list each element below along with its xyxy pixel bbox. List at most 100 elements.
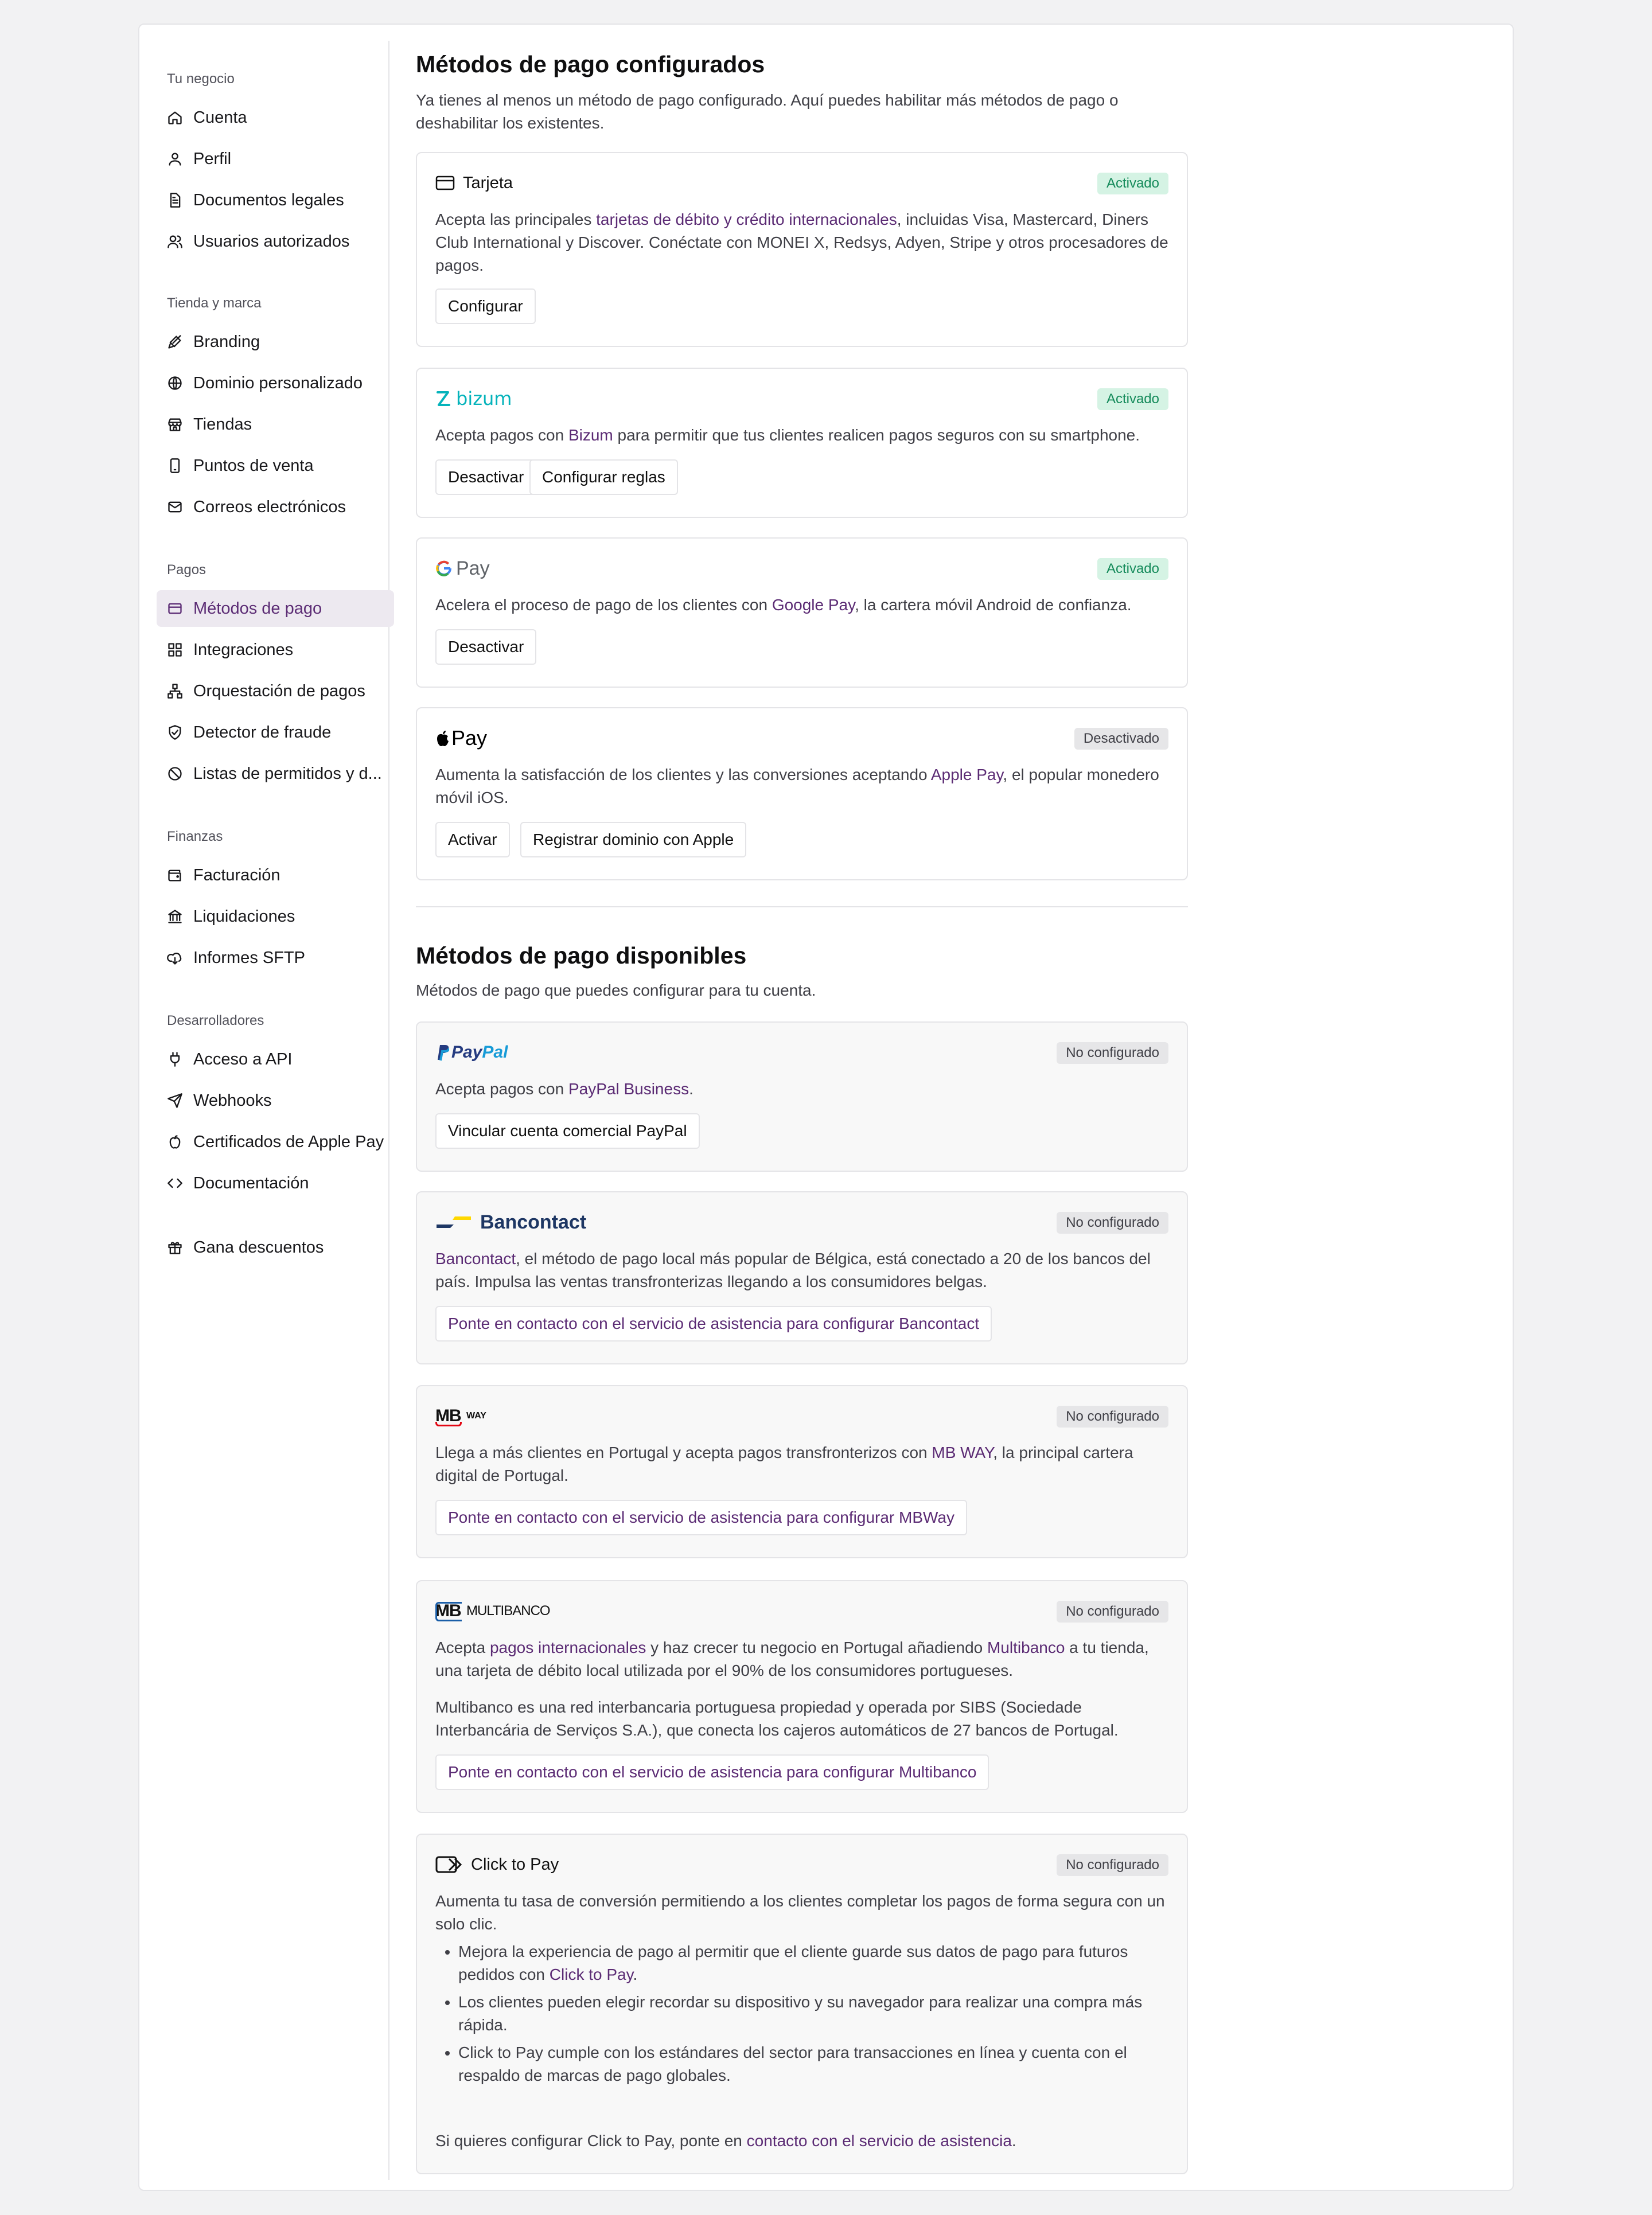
sidebar-item-label: Puntos de venta [193, 456, 314, 475]
international-payments-link[interactable]: pagos internacionales [490, 1639, 646, 1656]
status-badge: No configurado [1057, 1406, 1168, 1428]
method-description-secondary: Multibanco es una red interbancaria port… [435, 1698, 1119, 1739]
method-name: Bancontact [480, 1211, 587, 1233]
brush-icon [167, 334, 183, 350]
bizum-link[interactable]: Bizum [568, 426, 613, 444]
paypal-logo-icon [435, 1044, 449, 1061]
sidebar-item-label: Métodos de pago [193, 599, 322, 618]
available-subtitle: Métodos de pago que puedes configurar pa… [416, 981, 816, 999]
wallet-icon [167, 867, 183, 883]
bizum-logo-icon [435, 390, 451, 407]
click-to-pay-footer: Si quieres configurar Click to Pay, pont… [435, 2130, 1168, 2152]
method-name: Tarjeta [463, 173, 513, 192]
register-domain-apple-button[interactable]: Registrar dominio con Apple [520, 822, 747, 857]
enable-button[interactable]: Activar [435, 822, 510, 857]
sidebar-item-documentacion[interactable]: Documentación [157, 1165, 394, 1202]
cards-link[interactable]: tarjetas de débito y crédito internacion… [596, 210, 897, 228]
contact-support-bancontact-button[interactable]: Ponte en contacto con el servicio de asi… [435, 1306, 992, 1342]
method-description: Acepta pagos con Bizum para permitir que… [435, 424, 1168, 447]
method-description: Aumenta la satisfacción de los clientes … [435, 763, 1168, 809]
sidebar-item-listas-permitidos[interactable]: Listas de permitidos y d... [157, 755, 394, 792]
method-description: Acepta pagos con PayPal Business. [435, 1078, 1168, 1101]
sidebar-item-branding[interactable]: Branding [157, 323, 394, 360]
desc-text: , la cartera móvil Android de confianza. [855, 596, 1132, 614]
mbway-link[interactable]: MB WAY [932, 1444, 993, 1461]
ban-icon [167, 766, 183, 782]
sidebar-item-acceso-api[interactable]: Acceso a API [157, 1041, 394, 1078]
sidebar-item-gana-descuentos[interactable]: Gana descuentos [157, 1229, 394, 1266]
multibanco-link[interactable]: Multibanco [987, 1639, 1065, 1656]
disable-button[interactable]: Desactivar [435, 459, 537, 495]
sidebar-item-label: Orquestación de pagos [193, 681, 365, 700]
tablet-icon [167, 458, 183, 474]
sidebar-item-label: Correos electrónicos [193, 497, 346, 516]
users-icon [167, 233, 183, 249]
method-description: Acepta las principales tarjetas de débit… [435, 208, 1168, 277]
sidebar-item-label: Cuenta [193, 108, 247, 127]
configure-rules-button[interactable]: Configurar reglas [529, 459, 678, 495]
method-name: Pay [451, 726, 488, 750]
configure-button[interactable]: Configurar [435, 288, 536, 324]
sidebar-item-tiendas[interactable]: Tiendas [157, 406, 394, 443]
status-badge: No configurado [1057, 1042, 1168, 1064]
sidebar-item-integraciones[interactable]: Integraciones [157, 631, 394, 668]
desc-text: Aumenta la satisfacción de los clientes … [435, 766, 931, 783]
sidebar-item-puntos-de-venta[interactable]: Puntos de venta [157, 447, 394, 484]
sidebar-item-label: Documentación [193, 1173, 309, 1192]
desc-text: Acepta pagos con [435, 426, 568, 444]
method-name: WAY [466, 1411, 486, 1421]
card-paypal: PayPal No configurado Acepta pagos con P… [416, 1021, 1188, 1172]
sidebar-item-informes-sftp[interactable]: Informes SFTP [157, 939, 394, 976]
click-to-pay-icon [435, 1855, 464, 1874]
contact-support-mbway-button[interactable]: Ponte en contacto con el servicio de asi… [435, 1500, 967, 1535]
group-title-tienda: Tienda y marca [167, 295, 262, 311]
bancontact-link[interactable]: Bancontact [435, 1250, 516, 1268]
link-paypal-account-button[interactable]: Vincular cuenta comercial PayPal [435, 1113, 700, 1149]
desc-text: para permitir que tus clientes realicen … [613, 426, 1140, 444]
sidebar-item-facturacion[interactable]: Facturación [157, 857, 394, 894]
sidebar-item-certificados-apple-pay[interactable]: Certificados de Apple Pay [157, 1124, 394, 1160]
sidebar-item-perfil[interactable]: Perfil [157, 141, 394, 177]
configured-subtitle: Ya tienes al menos un método de pago con… [416, 91, 1119, 132]
sidebar-item-documentos-legales[interactable]: Documentos legales [157, 182, 394, 219]
method-description: Aumenta tu tasa de conversión permitiend… [435, 1892, 1165, 1933]
google-pay-link[interactable]: Google Pay [772, 596, 855, 614]
configured-title: Métodos de pago configurados [416, 51, 765, 77]
group-title-desarrolladores: Desarrolladores [167, 1013, 264, 1028]
sidebar-item-label: Certificados de Apple Pay [193, 1132, 384, 1151]
footer-text: Si quieres configurar Click to Pay, pont… [435, 2132, 747, 2150]
contact-support-link[interactable]: contacto con el servicio de asistencia [747, 2132, 1012, 2150]
click-to-pay-link[interactable]: Click to Pay [550, 1966, 633, 1983]
network-icon [167, 683, 183, 699]
settings-frame: Tu negocio Cuenta Perfil Documentos lega… [138, 24, 1514, 2191]
card-header: Tarjeta [435, 170, 1168, 196]
plug-icon [167, 1051, 183, 1067]
sidebar-item-dominio[interactable]: Dominio personalizado [157, 365, 394, 401]
sidebar-item-detector-fraude[interactable]: Detector de fraude [157, 714, 394, 751]
desc-text: Acepta pagos con [435, 1080, 568, 1098]
status-badge: Activado [1097, 388, 1168, 410]
method-name: PayPal [451, 1043, 508, 1062]
footer-text: . [1011, 2132, 1016, 2150]
card-click-to-pay: Click to Pay No configurado Aumenta tu t… [416, 1834, 1188, 2174]
mbway-underline [435, 1422, 462, 1426]
sidebar-item-webhooks[interactable]: Webhooks [157, 1082, 394, 1119]
contact-support-multibanco-button[interactable]: Ponte en contacto con el servicio de asi… [435, 1754, 989, 1790]
bank-icon [167, 908, 183, 925]
status-badge: Activado [1097, 173, 1168, 194]
credit-card-icon [435, 176, 455, 190]
sidebar-item-orquestacion[interactable]: Orquestación de pagos [157, 673, 394, 709]
paypal-business-link[interactable]: PayPal Business [568, 1080, 689, 1098]
group-title-finanzas: Finanzas [167, 829, 223, 844]
list-item: Mejora la experiencia de pago al permiti… [458, 1940, 1168, 1986]
desc-text: Llega a más clientes en Portugal y acept… [435, 1444, 932, 1461]
disable-button[interactable]: Desactivar [435, 629, 537, 665]
apple-pay-link[interactable]: Apple Pay [931, 766, 1003, 783]
sidebar-item-correos[interactable]: Correos electrónicos [157, 489, 394, 525]
sidebar-item-usuarios-autorizados[interactable]: Usuarios autorizados [157, 223, 394, 260]
sidebar-item-metodos-de-pago[interactable]: Métodos de pago [157, 590, 394, 627]
sidebar-item-liquidaciones[interactable]: Liquidaciones [157, 898, 394, 935]
method-description: Acelera el proceso de pago de los client… [435, 594, 1168, 617]
available-title: Métodos de pago disponibles [416, 942, 747, 969]
sidebar-item-cuenta[interactable]: Cuenta [157, 99, 394, 136]
